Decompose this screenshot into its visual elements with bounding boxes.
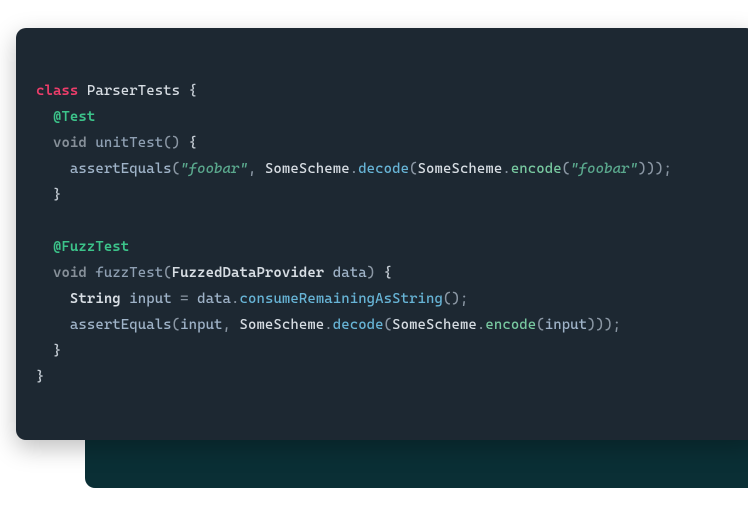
ref-data: data bbox=[197, 291, 231, 307]
code-block: class ParserTests { @Test void unitTest(… bbox=[16, 28, 748, 440]
paren-open: ( bbox=[172, 161, 180, 177]
keyword-class: class bbox=[36, 83, 78, 99]
keyword-void: void bbox=[53, 135, 87, 151]
comma: , bbox=[223, 317, 231, 333]
paren-open: ( bbox=[163, 265, 171, 281]
equals: = bbox=[180, 291, 188, 307]
dot: . bbox=[350, 161, 358, 177]
type-fuzzeddataprovider: FuzzedDataProvider bbox=[172, 265, 325, 281]
paren-open: ( bbox=[172, 317, 180, 333]
brace-close: } bbox=[53, 187, 61, 203]
close-parens: ))); bbox=[587, 317, 621, 333]
call-assertequals: assertEquals bbox=[70, 161, 172, 177]
paren-open: ( bbox=[536, 317, 544, 333]
param-data: data bbox=[333, 265, 367, 281]
paren-open: ( bbox=[562, 161, 570, 177]
brace-close: } bbox=[36, 369, 44, 385]
parens: () bbox=[163, 135, 180, 151]
close-parens: ))); bbox=[638, 161, 672, 177]
brace-open: { bbox=[189, 83, 197, 99]
ref-somescheme: SomeScheme bbox=[240, 317, 325, 333]
call-decode: decode bbox=[333, 317, 384, 333]
keyword-void: void bbox=[53, 265, 87, 281]
var-input: input bbox=[129, 291, 171, 307]
call-encode: encode bbox=[511, 161, 562, 177]
string-foobar: "foobar" bbox=[180, 161, 248, 177]
method-unittest: unitTest bbox=[95, 135, 163, 151]
ref-input: input bbox=[545, 317, 587, 333]
call-encode: encode bbox=[485, 317, 536, 333]
paren-open: ( bbox=[409, 161, 417, 177]
ref-somescheme: SomeScheme bbox=[418, 161, 503, 177]
call-assertequals: assertEquals bbox=[70, 317, 172, 333]
code-content: class ParserTests { @Test void unitTest(… bbox=[36, 78, 736, 390]
string-foobar: "foobar" bbox=[570, 161, 638, 177]
comma: , bbox=[248, 161, 256, 177]
brace-open: { bbox=[384, 265, 392, 281]
dot: . bbox=[231, 291, 239, 307]
type-string: String bbox=[70, 291, 121, 307]
call-consumeremaining: consumeRemainingAsString bbox=[240, 291, 443, 307]
ref-somescheme: SomeScheme bbox=[265, 161, 350, 177]
paren-close: ) bbox=[367, 265, 375, 281]
parens-call: (); bbox=[443, 291, 468, 307]
ref-input: input bbox=[180, 317, 222, 333]
paren-open: ( bbox=[384, 317, 392, 333]
annotation-test: @Test bbox=[53, 109, 95, 125]
ref-somescheme: SomeScheme bbox=[392, 317, 477, 333]
brace-close: } bbox=[53, 343, 61, 359]
class-name: ParserTests bbox=[87, 83, 180, 99]
method-fuzztest: fuzzTest bbox=[95, 265, 163, 281]
annotation-fuzztest: @FuzzTest bbox=[53, 239, 129, 255]
dot: . bbox=[502, 161, 510, 177]
call-decode: decode bbox=[358, 161, 409, 177]
brace-open: { bbox=[189, 135, 197, 151]
dot: . bbox=[324, 317, 332, 333]
